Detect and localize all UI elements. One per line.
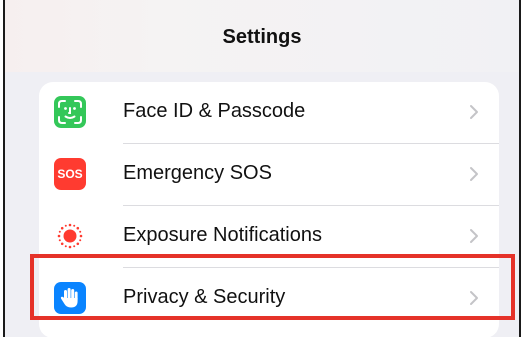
face-id-passcode-label: Face ID & Passcode (123, 100, 306, 122)
exposure-icon (54, 220, 86, 252)
emergency-sos-row[interactable]: SOS Emergency SOS (39, 144, 499, 205)
chevron-right-icon (470, 167, 478, 181)
navigation-bar: Settings (5, 0, 519, 72)
sos-icon-text: SOS (57, 167, 83, 181)
emergency-sos-label: Emergency SOS (123, 162, 272, 184)
privacy-security-row[interactable]: Privacy & Security (39, 268, 499, 329)
face-id-passcode-row[interactable]: Face ID & Passcode (39, 82, 499, 143)
sos-icon: SOS (54, 158, 86, 190)
page-title: Settings (222, 26, 302, 48)
chevron-right-icon (470, 291, 478, 305)
exposure-notifications-row[interactable]: Exposure Notifications (39, 206, 499, 267)
exposure-notifications-label: Exposure Notifications (123, 224, 322, 246)
screen: Settings Face ID & Passcode SOS Emergenc… (0, 0, 530, 337)
privacy-security-label: Privacy & Security (123, 286, 286, 308)
chevron-right-icon (470, 229, 478, 243)
settings-group: Face ID & Passcode SOS Emergency SOS Exp… (39, 82, 499, 337)
settings-screen: Settings Face ID & Passcode SOS Emergenc… (3, 0, 521, 337)
face-id-icon (54, 96, 86, 128)
chevron-right-icon (470, 105, 478, 119)
hand-icon (54, 282, 86, 314)
